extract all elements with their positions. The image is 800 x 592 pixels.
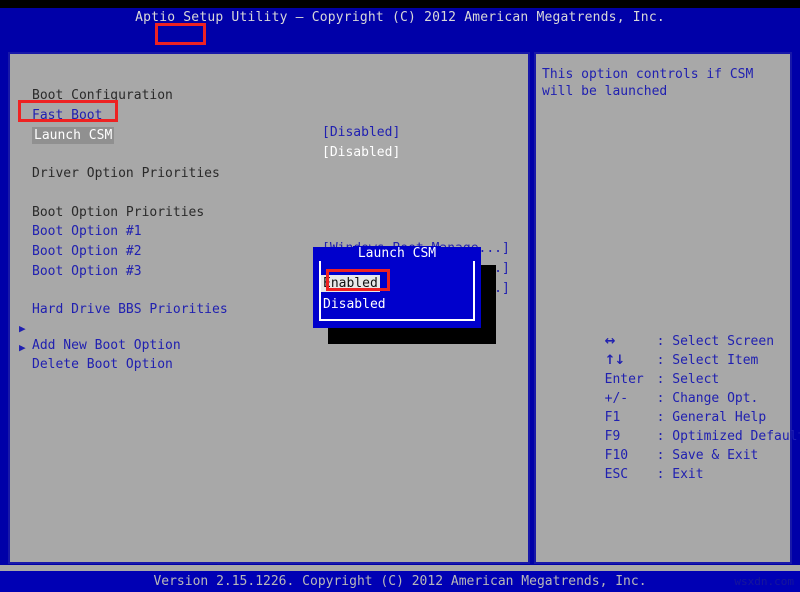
title-top-bar: [0, 0, 800, 8]
footer-version-text: Version 2.15.1226. Copyright (C) 2012 Am…: [0, 572, 800, 591]
popup-dialog-title-text: Launch CSM: [353, 246, 441, 261]
help-panel: This option controls if CSM will be laun…: [534, 52, 792, 564]
key-legend-esc: ESC: Exit: [542, 449, 704, 500]
popup-option-enabled[interactable]: Enabled: [321, 275, 380, 292]
popup-dialog-title: Launch CSM: [313, 247, 481, 261]
help-text-line-1: This option controls if CSM: [542, 66, 753, 83]
section-heading-boot-configuration: Boot Configuration: [10, 70, 528, 87]
key-legend-esc-desc: : Exit: [657, 467, 704, 482]
launch-csm-label[interactable]: Launch CSM: [32, 127, 114, 144]
help-text-line-2: will be launched: [542, 83, 667, 100]
delete-boot-option-label[interactable]: Delete Boot Option: [32, 356, 173, 373]
section-heading-driver-option-priorities: Driver Option Priorities: [10, 148, 528, 165]
launch-csm-popup-dialog[interactable]: Launch CSM Enabled Disabled: [313, 249, 481, 328]
key-legend-esc-key: ESC: [605, 466, 657, 483]
setting-row-boot-option-1[interactable]: Boot Option #1 [Windows Boot Manage...]: [10, 206, 528, 223]
driver-option-priorities-label: Driver Option Priorities: [32, 165, 220, 182]
watermark-text: wsxdn.com: [734, 574, 794, 589]
bios-setup-screen: Aptio Setup Utility – Copyright (C) 2012…: [0, 0, 800, 592]
main-menu-bar[interactable]: MainAdvancedBootSecuritySave & Exit: [0, 27, 800, 46]
footer-bar: Version 2.15.1226. Copyright (C) 2012 Am…: [0, 571, 800, 592]
triangle-right-icon: ▶: [19, 339, 26, 356]
setting-row-launch-csm[interactable]: Launch CSM [Disabled]: [10, 110, 528, 127]
setting-row-boot-option-2[interactable]: Boot Option #2 [UEFI: Generic USB F...]: [10, 226, 528, 243]
boot-option-3-label: Boot Option #3: [32, 263, 142, 280]
setting-row-fast-boot[interactable]: Fast Boot [Disabled]: [10, 90, 528, 107]
section-heading-boot-option-priorities: Boot Option Priorities: [10, 187, 528, 204]
popup-option-disabled[interactable]: Disabled: [323, 296, 386, 313]
page-title: Aptio Setup Utility – Copyright (C) 2012…: [0, 8, 800, 27]
